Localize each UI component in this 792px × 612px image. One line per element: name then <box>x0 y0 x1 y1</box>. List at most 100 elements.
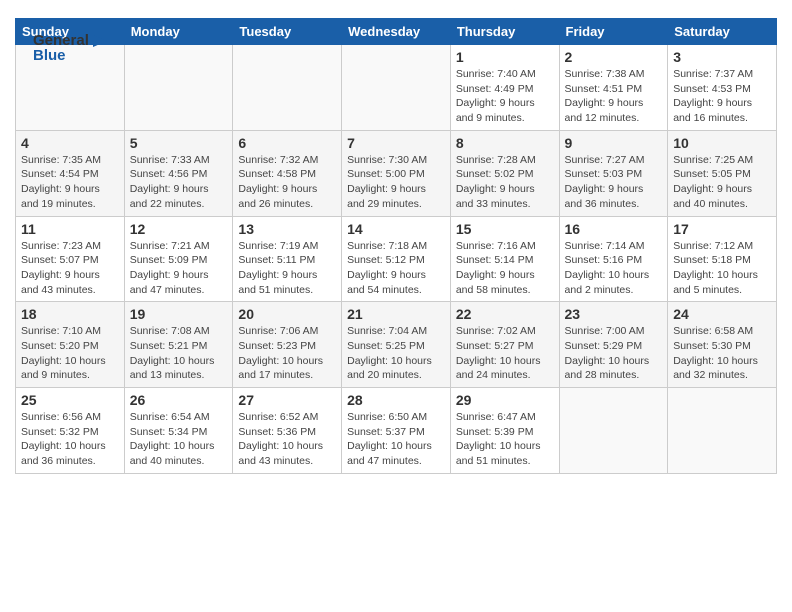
day-number: 7 <box>347 135 445 151</box>
week-row-4: 18 Sunrise: 7:10 AM Sunset: 5:20 PM Dayli… <box>16 302 777 388</box>
week-row-2: 4 Sunrise: 7:35 AM Sunset: 4:54 PM Daylig… <box>16 130 777 216</box>
day-info: Sunrise: 6:56 AM Sunset: 5:32 PM Dayligh… <box>21 410 119 469</box>
day-number: 24 <box>673 306 771 322</box>
day-number: 20 <box>238 306 336 322</box>
day-cell-23: 23 Sunrise: 7:00 AM Sunset: 5:29 PM Dayli… <box>559 302 668 388</box>
day-cell-22: 22 Sunrise: 7:02 AM Sunset: 5:27 PM Dayli… <box>450 302 559 388</box>
day-number: 12 <box>130 221 228 237</box>
weekday-header-tuesday: Tuesday <box>233 19 342 45</box>
day-number: 1 <box>456 49 554 65</box>
logo: General Blue <box>33 32 109 64</box>
weekday-header-friday: Friday <box>559 19 668 45</box>
day-number: 23 <box>565 306 663 322</box>
day-info: Sunrise: 7:25 AM Sunset: 5:05 PM Dayligh… <box>673 153 771 212</box>
day-cell-10: 10 Sunrise: 7:25 AM Sunset: 5:05 PM Dayli… <box>668 130 777 216</box>
day-cell-11: 11 Sunrise: 7:23 AM Sunset: 5:07 PM Dayli… <box>16 216 125 302</box>
day-number: 18 <box>21 306 119 322</box>
day-info: Sunrise: 7:10 AM Sunset: 5:20 PM Dayligh… <box>21 324 119 383</box>
day-info: Sunrise: 7:18 AM Sunset: 5:12 PM Dayligh… <box>347 239 445 298</box>
empty-cell <box>233 45 342 131</box>
day-number: 9 <box>565 135 663 151</box>
empty-cell <box>342 45 451 131</box>
day-info: Sunrise: 6:58 AM Sunset: 5:30 PM Dayligh… <box>673 324 771 383</box>
day-info: Sunrise: 7:00 AM Sunset: 5:29 PM Dayligh… <box>565 324 663 383</box>
day-info: Sunrise: 6:50 AM Sunset: 5:37 PM Dayligh… <box>347 410 445 469</box>
day-cell-16: 16Sunrise: 7:14 AM Sunset: 5:16 PM Dayli… <box>559 216 668 302</box>
day-cell-26: 26 Sunrise: 6:54 AM Sunset: 5:34 PM Dayli… <box>124 388 233 474</box>
empty-cell <box>124 45 233 131</box>
week-row-5: 25 Sunrise: 6:56 AM Sunset: 5:32 PM Dayli… <box>16 388 777 474</box>
day-info: Sunrise: 6:52 AM Sunset: 5:36 PM Dayligh… <box>238 410 336 469</box>
day-cell-19: 19 Sunrise: 7:08 AM Sunset: 5:21 PM Dayli… <box>124 302 233 388</box>
day-number: 14 <box>347 221 445 237</box>
day-info: Sunrise: 7:16 AM Sunset: 5:14 PM Dayligh… <box>456 239 554 298</box>
day-cell-1: 1 Sunrise: 7:40 AM Sunset: 4:49 PM Daylig… <box>450 45 559 131</box>
weekday-header-thursday: Thursday <box>450 19 559 45</box>
day-cell-25: 25 Sunrise: 6:56 AM Sunset: 5:32 PM Dayli… <box>16 388 125 474</box>
day-cell-15: 15 Sunrise: 7:16 AM Sunset: 5:14 PM Dayli… <box>450 216 559 302</box>
day-info: Sunrise: 7:21 AM Sunset: 5:09 PM Dayligh… <box>130 239 228 298</box>
day-info: Sunrise: 7:23 AM Sunset: 5:07 PM Dayligh… <box>21 239 119 298</box>
day-info: Sunrise: 7:40 AM Sunset: 4:49 PM Dayligh… <box>456 67 554 126</box>
day-number: 8 <box>456 135 554 151</box>
logo-blue: Blue <box>33 47 66 64</box>
day-number: 4 <box>21 135 119 151</box>
empty-cell <box>559 388 668 474</box>
day-info: Sunrise: 7:30 AM Sunset: 5:00 PM Dayligh… <box>347 153 445 212</box>
day-info: Sunrise: 7:19 AM Sunset: 5:11 PM Dayligh… <box>238 239 336 298</box>
day-info: Sunrise: 7:35 AM Sunset: 4:54 PM Dayligh… <box>21 153 119 212</box>
day-info: Sunrise: 7:12 AM Sunset: 5:18 PM Dayligh… <box>673 239 771 298</box>
day-cell-24: 24 Sunrise: 6:58 AM Sunset: 5:30 PM Dayli… <box>668 302 777 388</box>
day-cell-14: 14 Sunrise: 7:18 AM Sunset: 5:12 PM Dayli… <box>342 216 451 302</box>
day-cell-6: 6 Sunrise: 7:32 AM Sunset: 4:58 PM Daylig… <box>233 130 342 216</box>
day-number: 28 <box>347 392 445 408</box>
day-info: Sunrise: 7:08 AM Sunset: 5:21 PM Dayligh… <box>130 324 228 383</box>
weekday-header-monday: Monday <box>124 19 233 45</box>
weekday-header-wednesday: Wednesday <box>342 19 451 45</box>
day-info: Sunrise: 7:38 AM Sunset: 4:51 PM Dayligh… <box>565 67 663 126</box>
day-cell-27: 27 Sunrise: 6:52 AM Sunset: 5:36 PM Dayli… <box>233 388 342 474</box>
day-cell-2: 2 Sunrise: 7:38 AM Sunset: 4:51 PM Daylig… <box>559 45 668 131</box>
day-cell-3: 3 Sunrise: 7:37 AM Sunset: 4:53 PM Daylig… <box>668 45 777 131</box>
day-number: 15 <box>456 221 554 237</box>
day-info: Sunrise: 6:47 AM Sunset: 5:39 PM Dayligh… <box>456 410 554 469</box>
weekday-header-saturday: Saturday <box>668 19 777 45</box>
empty-cell <box>668 388 777 474</box>
day-cell-8: 8 Sunrise: 7:28 AM Sunset: 5:02 PM Daylig… <box>450 130 559 216</box>
day-cell-5: 5 Sunrise: 7:33 AM Sunset: 4:56 PM Daylig… <box>124 130 233 216</box>
day-number: 11 <box>21 221 119 237</box>
day-number: 5 <box>130 135 228 151</box>
day-number: 2 <box>565 49 663 65</box>
day-number: 22 <box>456 306 554 322</box>
week-row-1: 1 Sunrise: 7:40 AM Sunset: 4:49 PM Daylig… <box>16 45 777 131</box>
day-number: 10 <box>673 135 771 151</box>
day-cell-18: 18 Sunrise: 7:10 AM Sunset: 5:20 PM Dayli… <box>16 302 125 388</box>
day-info: Sunrise: 7:02 AM Sunset: 5:27 PM Dayligh… <box>456 324 554 383</box>
day-cell-21: 21 Sunrise: 7:04 AM Sunset: 5:25 PM Dayli… <box>342 302 451 388</box>
day-number: 3 <box>673 49 771 65</box>
day-number: 26 <box>130 392 228 408</box>
day-cell-17: 17 Sunrise: 7:12 AM Sunset: 5:18 PM Dayli… <box>668 216 777 302</box>
day-info: Sunrise: 7:04 AM Sunset: 5:25 PM Dayligh… <box>347 324 445 383</box>
day-cell-20: 20 Sunrise: 7:06 AM Sunset: 5:23 PM Dayli… <box>233 302 342 388</box>
day-number: 6 <box>238 135 336 151</box>
day-info: Sunrise: 6:54 AM Sunset: 5:34 PM Dayligh… <box>130 410 228 469</box>
day-number: 13 <box>238 221 336 237</box>
day-number: 17 <box>673 221 771 237</box>
logo-chevron-icon <box>91 34 109 48</box>
week-row-3: 11 Sunrise: 7:23 AM Sunset: 5:07 PM Dayli… <box>16 216 777 302</box>
day-info: Sunrise: 7:28 AM Sunset: 5:02 PM Dayligh… <box>456 153 554 212</box>
day-cell-28: 28 Sunrise: 6:50 AM Sunset: 5:37 PM Dayli… <box>342 388 451 474</box>
day-number: 19 <box>130 306 228 322</box>
day-cell-9: 9Sunrise: 7:27 AM Sunset: 5:03 PM Daylig… <box>559 130 668 216</box>
day-cell-7: 7 Sunrise: 7:30 AM Sunset: 5:00 PM Daylig… <box>342 130 451 216</box>
day-number: 25 <box>21 392 119 408</box>
day-number: 16 <box>565 221 663 237</box>
day-cell-12: 12 Sunrise: 7:21 AM Sunset: 5:09 PM Dayli… <box>124 216 233 302</box>
day-info: Sunrise: 7:33 AM Sunset: 4:56 PM Dayligh… <box>130 153 228 212</box>
day-number: 27 <box>238 392 336 408</box>
day-info: Sunrise: 7:32 AM Sunset: 4:58 PM Dayligh… <box>238 153 336 212</box>
day-info: Sunrise: 7:37 AM Sunset: 4:53 PM Dayligh… <box>673 67 771 126</box>
day-number: 21 <box>347 306 445 322</box>
day-info: Sunrise: 7:06 AM Sunset: 5:23 PM Dayligh… <box>238 324 336 383</box>
